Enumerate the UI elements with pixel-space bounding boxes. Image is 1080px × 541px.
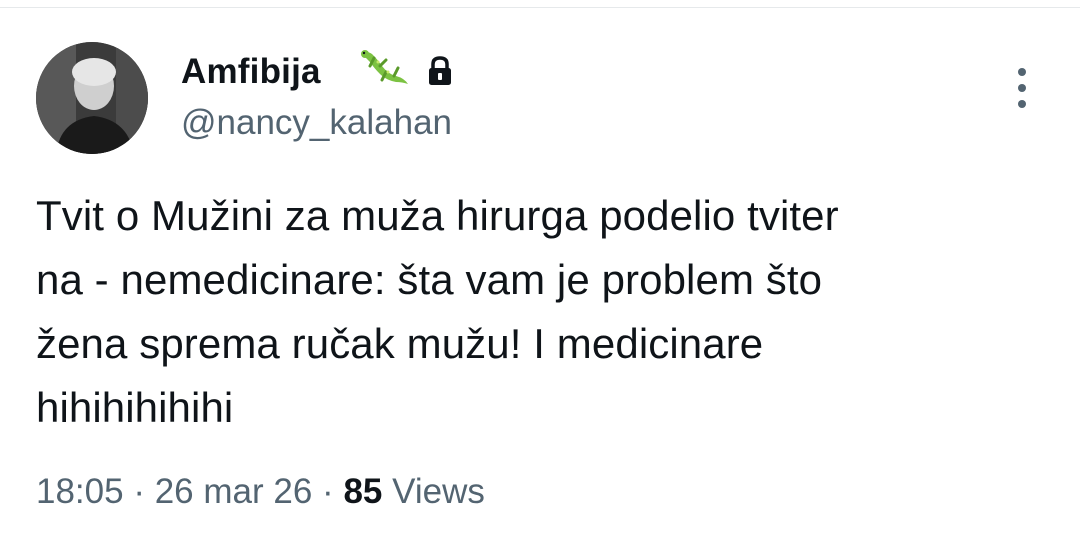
views-count[interactable]: 85	[343, 472, 382, 511]
lizard-icon	[361, 50, 408, 84]
more-dot-icon	[1018, 100, 1026, 108]
more-dot-icon	[1018, 68, 1026, 76]
tweet-text-line: žena sprema ručak mužu! I medicinare	[36, 320, 764, 367]
tweet-date[interactable]: 26 mar 26	[155, 472, 313, 511]
views-label[interactable]: Views	[392, 472, 485, 511]
tweet-meta: 18:05 · 26 mar 26 · 85 Views	[36, 470, 485, 514]
meta-separator: ·	[133, 472, 145, 511]
meta-separator: ·	[322, 472, 334, 511]
top-divider	[0, 0, 1080, 8]
more-dot-icon	[1018, 84, 1026, 92]
more-options-button[interactable]	[1006, 66, 1038, 110]
tweet-text-line: na - nemedicinare: šta vam je problem št…	[36, 256, 823, 303]
tweet-text: Tvit o Mužini za muža hirurga podelio tv…	[36, 184, 1046, 440]
avatar[interactable]	[36, 42, 148, 154]
avatar-image	[36, 42, 148, 154]
display-name[interactable]: Amfibija	[181, 52, 321, 92]
tweet-text-line: hihihihihihi	[36, 384, 234, 431]
tweet-text-line: Tvit o Mužini za muža hirurga podelio tv…	[36, 192, 839, 239]
user-handle[interactable]: @nancy_kalahan	[181, 103, 452, 143]
lock-icon	[429, 56, 451, 85]
tweet-time[interactable]: 18:05	[36, 472, 124, 511]
